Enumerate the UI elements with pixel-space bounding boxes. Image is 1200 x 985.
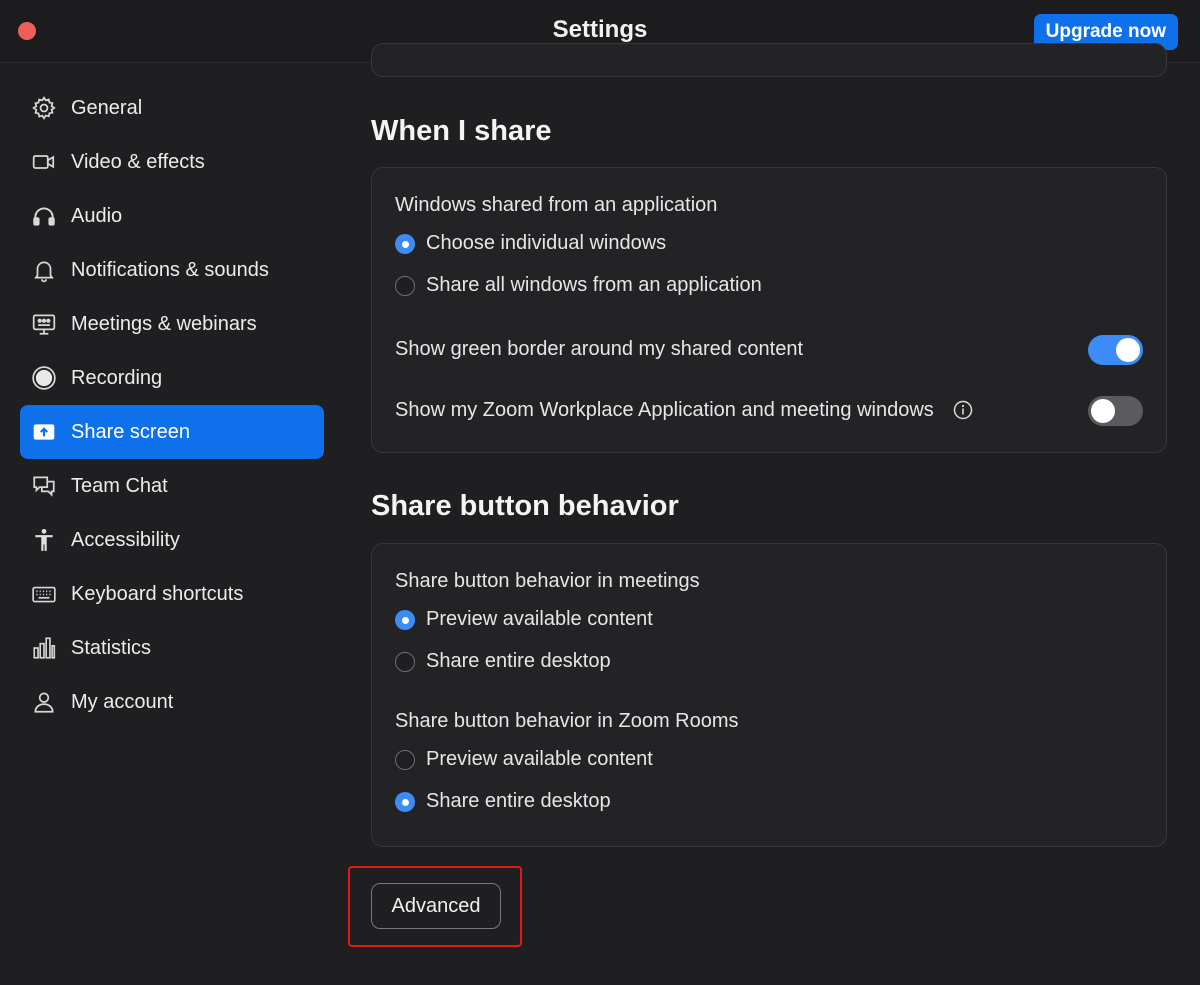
rooms-behavior-label: Share button behavior in Zoom Rooms [395, 710, 739, 732]
keyboard-icon [30, 580, 58, 608]
sidebar-item-recording[interactable]: Recording [20, 351, 324, 405]
sidebar-item-label: Video & effects [71, 150, 205, 173]
sidebar-item-label: Team Chat [71, 474, 168, 497]
user-icon [30, 688, 58, 716]
sidebar-item-statistics[interactable]: Statistics [20, 621, 324, 675]
when-i-share-card: Windows shared from an application Choos… [371, 167, 1167, 453]
sidebar-item-label: Notifications & sounds [71, 258, 269, 281]
green-border-label: Show green border around my shared conte… [395, 338, 804, 360]
windows-shared-label: Windows shared from an application [395, 194, 718, 216]
settings-sidebar: General Video & effects Audio Notificati… [0, 63, 340, 985]
close-window-button[interactable] [18, 22, 36, 40]
share-button-behavior-heading: Share button behavior [371, 490, 679, 522]
sidebar-item-accessibility[interactable]: Accessibility [20, 513, 324, 567]
share-screen-icon [30, 418, 58, 446]
green-border-toggle[interactable] [1088, 335, 1143, 365]
share-button-behavior-card: Share button behavior in meetings Previe… [371, 543, 1167, 847]
info-icon[interactable] [953, 400, 973, 420]
sidebar-item-label: General [71, 96, 143, 119]
window-title: Settings [552, 16, 648, 43]
radio-unselected[interactable] [395, 651, 415, 672]
show-windows-label: Show my Zoom Workplace Application and m… [395, 399, 934, 421]
toggle-knob [1116, 338, 1140, 362]
option-label: Share all windows from an application [426, 274, 762, 296]
radio-unselected[interactable] [395, 749, 415, 770]
share-all-windows-option[interactable]: Share all windows from an application [395, 274, 762, 297]
option-label: Preview available content [426, 748, 653, 770]
sidebar-item-label: Meetings & webinars [71, 312, 257, 335]
radio-unselected[interactable] [395, 275, 415, 296]
meetings-preview-option[interactable]: Preview available content [395, 608, 653, 631]
meetings-behavior-label: Share button behavior in meetings [395, 570, 700, 592]
meetings-desktop-option[interactable]: Share entire desktop [395, 650, 611, 673]
option-label: Preview available content [426, 608, 653, 630]
rooms-desktop-option[interactable]: Share entire desktop [395, 790, 611, 813]
statistics-icon [30, 634, 58, 662]
bell-icon [30, 256, 58, 284]
sidebar-item-label: Audio [71, 204, 123, 227]
sidebar-item-share-screen[interactable]: Share screen [20, 405, 324, 459]
sidebar-item-keyboard-shortcuts[interactable]: Keyboard shortcuts [20, 567, 324, 621]
sidebar-item-label: Share screen [71, 420, 190, 443]
advanced-button[interactable]: Advanced [371, 883, 501, 929]
sidebar-item-team-chat[interactable]: Team Chat [20, 459, 324, 513]
radio-selected[interactable] [395, 791, 415, 812]
gear-icon [30, 94, 58, 122]
sidebar-item-label: My account [71, 690, 174, 713]
chat-icon [30, 472, 58, 500]
toggle-knob [1091, 399, 1115, 423]
headphones-icon [30, 202, 58, 230]
show-windows-toggle[interactable] [1088, 396, 1143, 426]
previous-section-card [371, 43, 1167, 77]
meetings-icon [30, 310, 58, 338]
radio-selected[interactable] [395, 609, 415, 630]
option-label: Choose individual windows [426, 232, 667, 254]
option-label: Share entire desktop [426, 650, 611, 672]
when-i-share-heading: When I share [371, 115, 552, 147]
sidebar-item-video-effects[interactable]: Video & effects [20, 135, 324, 189]
record-icon [30, 364, 58, 392]
accessibility-icon [30, 526, 58, 554]
sidebar-item-label: Keyboard shortcuts [71, 582, 244, 605]
choose-individual-windows-option[interactable]: Choose individual windows [395, 232, 666, 255]
sidebar-item-notifications[interactable]: Notifications & sounds [20, 243, 324, 297]
rooms-preview-option[interactable]: Preview available content [395, 748, 653, 771]
sidebar-item-label: Recording [71, 366, 163, 389]
radio-selected[interactable] [395, 233, 415, 254]
sidebar-item-meetings-webinars[interactable]: Meetings & webinars [20, 297, 324, 351]
sidebar-item-audio[interactable]: Audio [20, 189, 324, 243]
settings-content: When I share Windows shared from an appl… [340, 43, 1200, 985]
sidebar-item-my-account[interactable]: My account [20, 675, 324, 729]
video-icon [30, 148, 58, 176]
sidebar-item-label: Accessibility [71, 528, 180, 551]
sidebar-item-label: Statistics [71, 636, 152, 659]
show-windows-row: Show my Zoom Workplace Application and m… [395, 399, 973, 422]
option-label: Share entire desktop [426, 790, 611, 812]
sidebar-item-general[interactable]: General [20, 81, 324, 135]
